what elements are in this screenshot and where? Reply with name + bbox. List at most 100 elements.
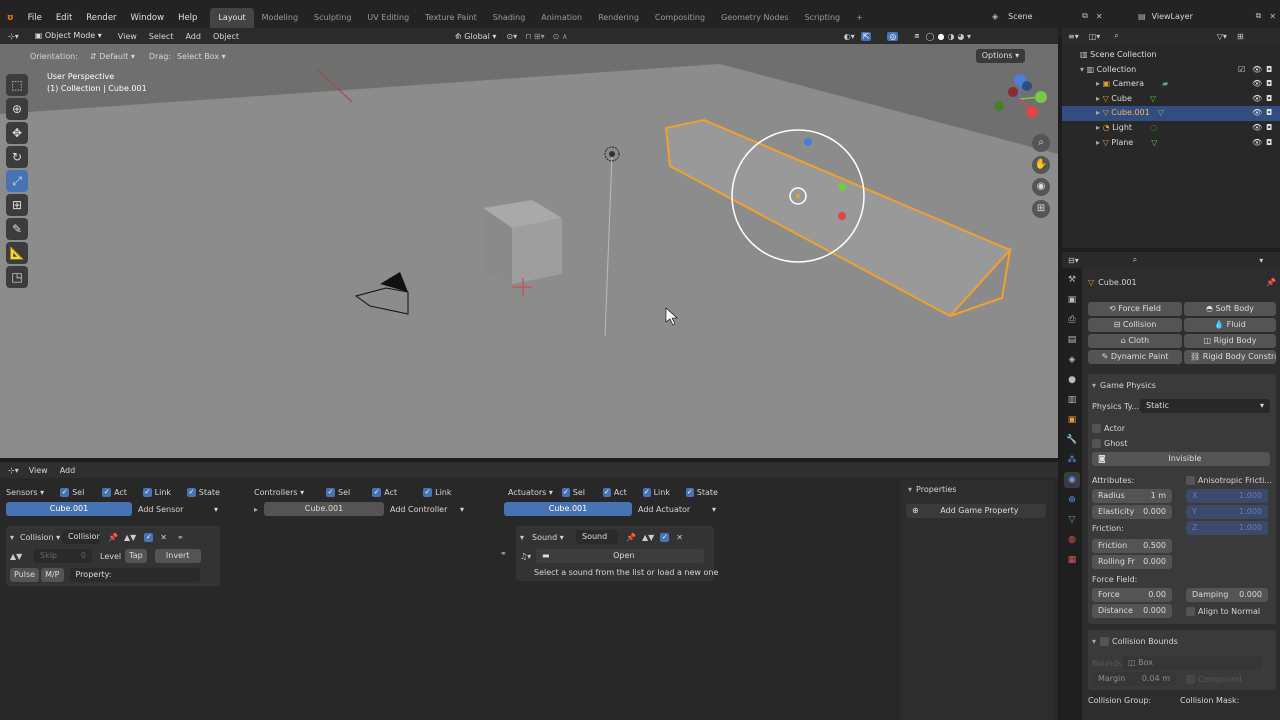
camera-visibility-icon[interactable]: 👁 (1252, 77, 1262, 92)
menu-file[interactable]: File (21, 8, 49, 28)
logic-properties-header[interactable]: ▾ Properties (900, 480, 1054, 498)
sound-browse-icon[interactable]: ♫▾ (520, 552, 536, 561)
copy-scene-icon[interactable]: ⧉ (1082, 11, 1088, 21)
distance-field[interactable]: Distance 0.000 (1092, 604, 1172, 618)
add-game-property-button[interactable]: ⊕ Add Game Property (906, 504, 1046, 518)
logic-editor-icon[interactable]: ⊹▾ (8, 466, 19, 475)
measure-tool-icon[interactable]: 📐 (6, 242, 28, 264)
game-physics-header[interactable]: ▾ Game Physics (1092, 378, 1272, 392)
controllers-dropdown[interactable]: Controllers ▾ (254, 488, 326, 497)
data-tab-icon[interactable]: ▽ (1064, 512, 1080, 528)
tab-shading[interactable]: Shading (485, 8, 534, 28)
viewlayer-selector[interactable]: ▤ ViewLayer ⧉ ✕ (1138, 11, 1276, 21)
annotate-tool-icon[interactable]: ✎ (6, 218, 28, 240)
gizmo-toggle-icon[interactable]: ⇱ (860, 31, 872, 41)
actuators-act-checkbox[interactable]: ✓ (603, 487, 611, 497)
output-tab-icon[interactable]: ⎙ (1064, 312, 1080, 328)
overlay-toggle-icon[interactable]: ◎ (887, 31, 899, 41)
orientation-dropdown[interactable]: ⇵ Default ▾ (90, 52, 135, 61)
tab-uv-editing[interactable]: UV Editing (359, 8, 417, 28)
damping-field[interactable]: Damping 0.000 (1186, 588, 1268, 602)
move-tool-icon[interactable]: ✥ (6, 122, 28, 144)
transform-orientation[interactable]: ⟰ Global ▾ (455, 32, 496, 41)
cube001-visibility-icon[interactable]: 👁 (1252, 106, 1262, 121)
menu-select[interactable]: Select (149, 32, 174, 41)
zoom-icon[interactable]: ⌕ (1032, 134, 1050, 152)
soft-body-button[interactable]: ◓ Soft Body (1184, 302, 1276, 316)
collection-render-icon[interactable]: ◘ (1266, 63, 1272, 78)
outliner-display-icon[interactable]: ◫▾ (1089, 32, 1101, 41)
outliner-item-cube001[interactable]: ▸ ▽ Cube.001 ▽ 👁 ◘ (1062, 106, 1280, 121)
controllers-expand-icon[interactable]: ▸ (254, 505, 264, 514)
actuator-type-dropdown[interactable]: Sound ▾ (532, 533, 576, 542)
tab-sculpting[interactable]: Sculpting (306, 8, 359, 28)
add-controller-dropdown[interactable]: Add Controller ▾ (390, 505, 464, 514)
controllers-act-checkbox[interactable]: ✓ (372, 487, 382, 497)
texture-tab-icon[interactable]: ▦ (1064, 552, 1080, 568)
actuator-link-icon[interactable]: ⚭ (500, 549, 516, 558)
anisotropic-y-field[interactable]: Y 1.000 (1186, 505, 1268, 519)
collection-checkbox[interactable]: ☑ (1238, 63, 1245, 78)
anisotropic-checkbox[interactable] (1185, 476, 1195, 485)
xray-icon[interactable]: ⧈ (914, 31, 919, 41)
add-workspace-icon[interactable]: + (848, 8, 871, 28)
sensors-link-checkbox[interactable]: ✓ (142, 487, 152, 497)
actuator-remove-icon[interactable]: ✕ (676, 533, 683, 542)
tool-tab-icon[interactable]: ⚒ (1064, 272, 1080, 288)
close-viewlayer-icon[interactable]: ✕ (1269, 12, 1276, 21)
friction-field[interactable]: Friction 0.500 (1092, 539, 1172, 553)
cursor-tool-icon[interactable]: ⊕ (6, 98, 28, 120)
tab-compositing[interactable]: Compositing (647, 8, 713, 28)
sensor-tap-toggle[interactable]: Tap (125, 549, 147, 563)
shading-material-icon[interactable]: ◑ (947, 32, 954, 41)
add-sensor-dropdown[interactable]: Add Sensor ▾ (138, 505, 218, 514)
ortho-grid-icon[interactable]: ⊞ (1032, 200, 1050, 218)
view-object-types-icon[interactable]: ◐▾ (844, 32, 855, 41)
rigid-body-button[interactable]: ◫ Rigid Body (1184, 334, 1276, 348)
actuator-collapse-icon[interactable]: ▾ (520, 533, 524, 542)
collision-bounds-checkbox[interactable] (1100, 636, 1110, 646)
outliner-item-plane[interactable]: ▸ ▽ Plane ▽ 👁 ◘ (1062, 136, 1280, 151)
add-actuator-dropdown[interactable]: Add Actuator ▾ (638, 505, 716, 514)
tab-geometry-nodes[interactable]: Geometry Nodes (713, 8, 796, 28)
sensor-level-toggle[interactable]: Level (100, 552, 121, 561)
rigid-body-constraint-button[interactable]: ⛓ Rigid Body Constra... (1184, 350, 1276, 364)
physics-type-dropdown[interactable]: Static ▾ (1140, 399, 1270, 413)
shading-rendered-icon[interactable]: ◕ ▾ (957, 32, 971, 41)
compound-checkbox[interactable] (1186, 674, 1195, 684)
tab-scripting[interactable]: Scripting (797, 8, 849, 28)
outliner-editor-icon[interactable]: ≡▾ (1068, 32, 1079, 41)
plane-visibility-icon[interactable]: 👁 (1252, 136, 1262, 151)
controllers-sel-checkbox[interactable]: ✓ (326, 487, 335, 497)
sensors-dropdown[interactable]: Sensors ▾ (6, 488, 60, 497)
actuator-name-field[interactable]: Sound (576, 530, 619, 544)
radius-field[interactable]: Radius 1 m (1092, 489, 1172, 503)
pivot-icon[interactable]: ⊙▾ (506, 32, 517, 41)
outliner-search-icon[interactable]: ⌕ (1114, 31, 1118, 41)
collection-visibility-icon[interactable]: 👁 (1252, 63, 1262, 78)
physics-tab-icon[interactable]: ◉ (1064, 472, 1080, 488)
outliner-item-light[interactable]: ▸ ◔ Light ◌ 👁 ◘ (1062, 121, 1280, 136)
sensor-move-up-icon[interactable]: ▲▼ (124, 533, 136, 542)
sensor-type-dropdown[interactable]: Collision ▾ (20, 533, 62, 542)
pin-icon[interactable]: 📌 (1266, 278, 1276, 287)
scale-tool-icon[interactable]: ⤢ (6, 170, 28, 192)
properties-editor-icon[interactable]: ⊟▾ (1068, 256, 1079, 265)
collection-tab-icon[interactable]: ▥ (1064, 392, 1080, 408)
outliner-item-cube[interactable]: ▸ ▽ Cube ▽ 👁 ◘ (1062, 92, 1280, 107)
controllers-object-button[interactable]: Cube.001 (264, 502, 384, 516)
outliner-filter-icon[interactable]: ▽▾ (1217, 32, 1227, 41)
cube-render-icon[interactable]: ◘ (1266, 92, 1272, 107)
sensor-link-icon[interactable]: ⚭ (177, 533, 184, 542)
sensor-invert-toggle[interactable]: Invert (154, 549, 201, 563)
sensor-pulse-arrows-icon[interactable]: ▲▼ (10, 552, 34, 561)
rotate-tool-icon[interactable]: ↻ (6, 146, 28, 168)
fluid-button[interactable]: 💧 Fluid (1184, 318, 1276, 332)
force-field-button[interactable]: ⟲ Force Field (1088, 302, 1182, 316)
cloth-button[interactable]: ⌂ Cloth (1088, 334, 1182, 348)
object-tab-icon[interactable]: ▣ (1064, 412, 1080, 428)
scene-tab-icon[interactable]: ◈ (1064, 352, 1080, 368)
menu-render[interactable]: Render (79, 8, 123, 28)
view-layer-tab-icon[interactable]: ▤ (1064, 332, 1080, 348)
tab-texture-paint[interactable]: Texture Paint (417, 8, 485, 28)
